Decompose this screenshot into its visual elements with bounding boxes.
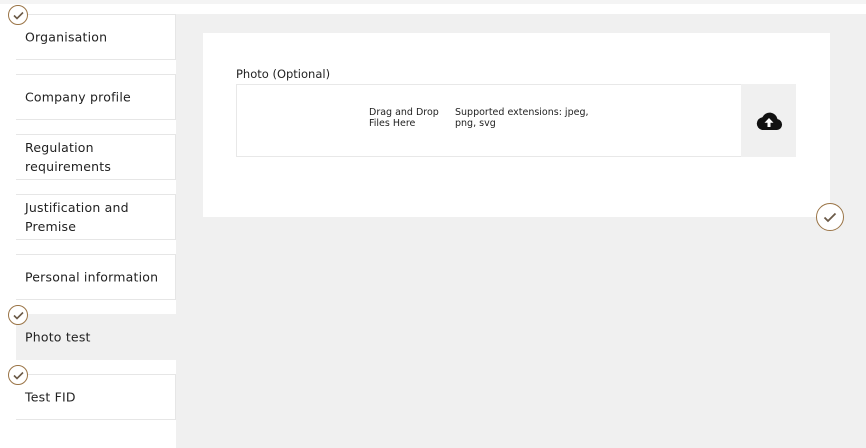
- photo-form-card: Photo (Optional) Drag and Drop Files Her…: [203, 33, 830, 217]
- sidebar-item-personal-information[interactable]: Personal information: [16, 254, 176, 300]
- check-circle-icon: [8, 365, 28, 385]
- supported-extensions-text: Supported extensions: jpeg, png, svg: [455, 107, 589, 129]
- sidebar-item-photo-test[interactable]: Photo test: [16, 314, 176, 360]
- sidebar-item-label: Justification and Premise: [25, 200, 129, 234]
- check-circle-icon: [8, 305, 28, 325]
- sidebar-item-label: Photo test: [25, 329, 91, 345]
- sidebar-item-justification-and-premise[interactable]: Justification and Premise: [16, 194, 176, 240]
- sidebar-item-test-fid[interactable]: Test FID: [16, 374, 176, 420]
- sidebar-item-label: Personal information: [25, 269, 159, 285]
- sidebar-item-label: Test FID: [25, 389, 76, 405]
- drag-drop-text: Drag and Drop Files Here: [369, 107, 439, 129]
- section-complete-check-icon: [816, 203, 844, 231]
- photo-dropzone[interactable]: Drag and Drop Files Here Supported exten…: [236, 84, 796, 157]
- sidebar-item-label: Organisation: [25, 29, 108, 45]
- cloud-upload-icon: [756, 112, 782, 130]
- top-bar: [0, 0, 866, 4]
- sidebar-item-company-profile[interactable]: Company profile: [16, 74, 176, 120]
- photo-field-label: Photo (Optional): [236, 67, 331, 81]
- sidebar-item-label: Company profile: [25, 89, 131, 105]
- sidebar-item-label: Regulation requirements: [25, 140, 112, 174]
- check-circle-icon: [8, 5, 28, 25]
- sidebar-item-organisation[interactable]: Organisation: [16, 14, 176, 60]
- sidebar-item-regulation-requirements[interactable]: Regulation requirements: [16, 134, 176, 180]
- upload-button[interactable]: [741, 84, 796, 157]
